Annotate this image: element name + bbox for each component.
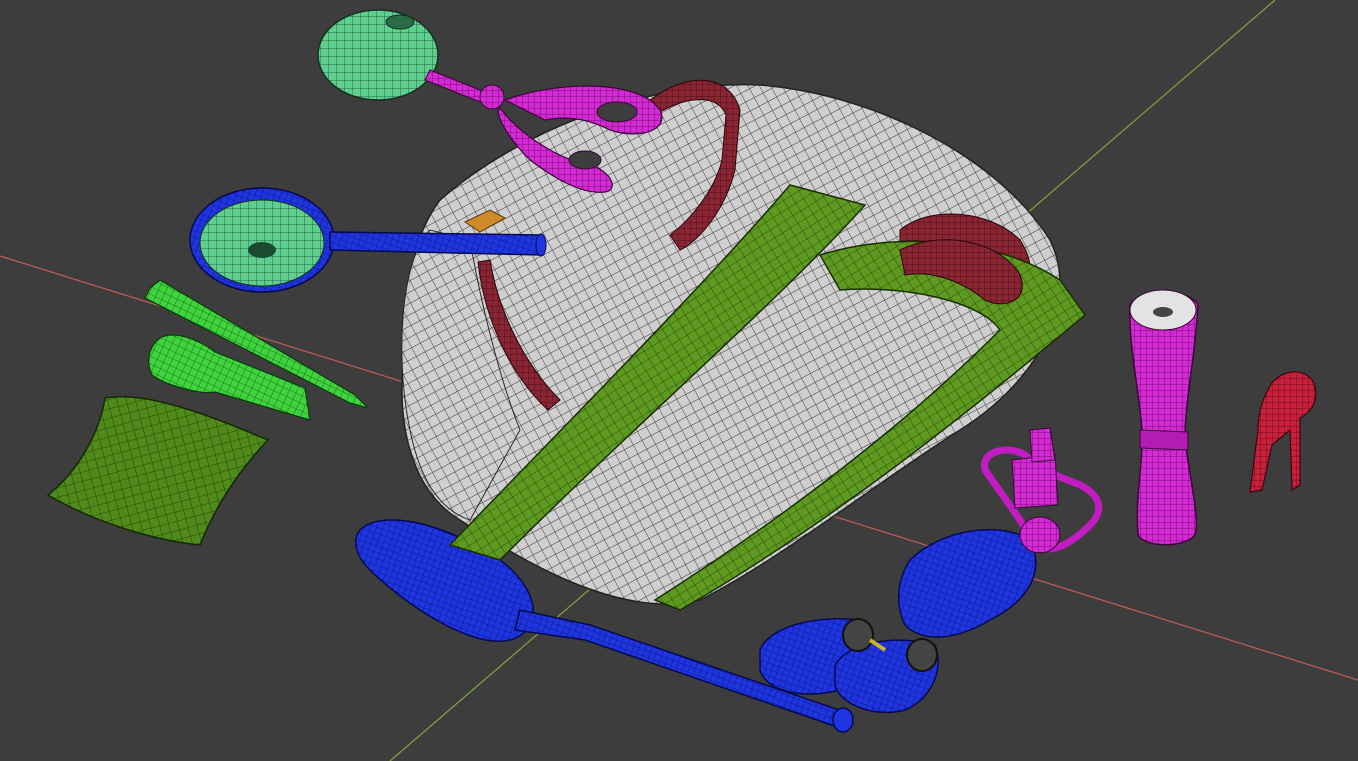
tweezers-object[interactable] [1249,371,1317,493]
water-bottle-object[interactable] [897,427,1103,638]
viewport-canvas[interactable] [0,0,1358,761]
pouch-object[interactable] [46,396,270,546]
compass-lamp-object[interactable] [317,9,439,101]
3d-viewport[interactable] [0,0,1358,761]
thermos-object[interactable] [1129,289,1199,546]
